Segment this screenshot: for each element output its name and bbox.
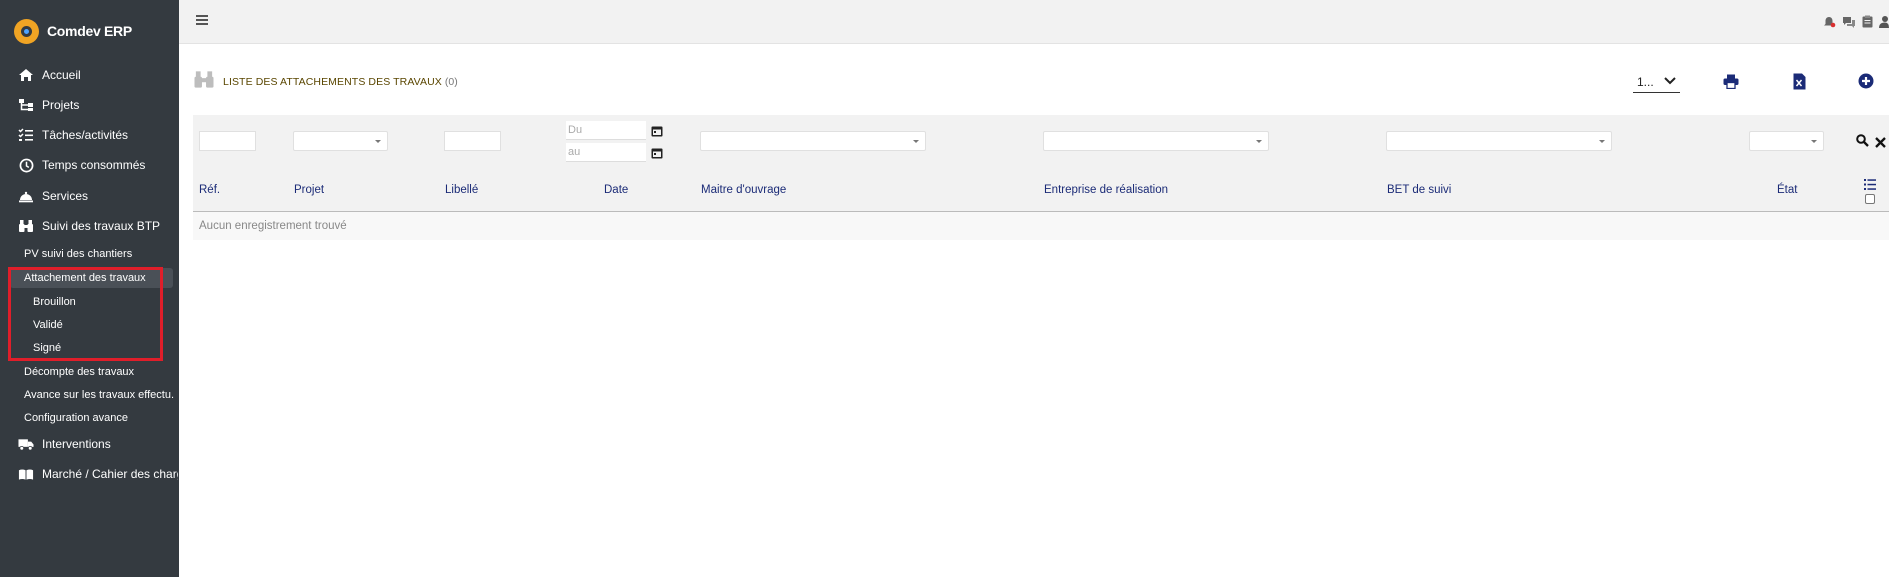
sidebar-subitem-label: Décompte des travaux <box>24 366 135 378</box>
page-title: LISTE DES ATTACHEMENTS DES TRAVAUX <box>223 76 442 88</box>
print-button[interactable] <box>1722 72 1740 90</box>
add-button[interactable] <box>1857 72 1875 90</box>
annotation-highlight-box <box>8 267 163 361</box>
column-header-entreprise[interactable]: Entreprise de réalisation <box>1044 184 1168 196</box>
brand-logo-icon <box>14 18 39 44</box>
sidebar-item-marche[interactable]: Marché / Cahier des charg <box>18 463 178 485</box>
filter-date-from-input[interactable]: Du <box>566 121 646 140</box>
sidebar-subitem-avance-travaux[interactable]: Avance sur les travaux effectu... <box>24 385 174 405</box>
column-header-libelle[interactable]: Libellé <box>445 184 478 196</box>
export-excel-button[interactable] <box>1790 72 1808 90</box>
filter-entreprise-select[interactable] <box>1043 131 1269 151</box>
plus-circle-icon <box>1858 73 1874 89</box>
table-row: Aucun enregistrement trouvé <box>193 212 1889 240</box>
sidebar-item-temps[interactable]: Temps consommés <box>18 154 178 176</box>
notification-bell-icon[interactable] <box>1823 15 1836 33</box>
sidebar-item-label: Services <box>42 189 89 203</box>
user-avatar-icon[interactable] <box>1879 15 1889 33</box>
date-from-placeholder: Du <box>568 124 583 136</box>
column-header-bet[interactable]: BET de suivi <box>1387 184 1451 196</box>
clock-icon <box>18 157 34 173</box>
filter-ref-input[interactable] <box>199 131 256 151</box>
home-icon <box>18 67 34 83</box>
sidebar-item-label: Marché / Cahier des charg <box>42 467 178 481</box>
binoculars-icon <box>18 218 34 234</box>
sidebar-item-services[interactable]: Services <box>18 185 178 207</box>
truck-icon <box>18 436 34 452</box>
sidebar-item-accueil[interactable]: Accueil <box>18 64 178 86</box>
book-icon <box>18 466 34 482</box>
sidebar-item-label: Accueil <box>42 68 81 82</box>
chevron-down-icon <box>1664 75 1676 89</box>
top-icons <box>1823 15 1889 33</box>
printer-icon <box>1723 74 1739 89</box>
sidebar-subitem-label: Avance sur les travaux effectu... <box>24 389 174 401</box>
sidebar-subitem-label: PV suivi des chantiers <box>24 248 133 260</box>
sidebar-item-interventions[interactable]: Interventions <box>18 433 178 455</box>
sidebar-item-label: Tâches/activités <box>42 128 129 142</box>
hamburger-menu-icon[interactable] <box>196 15 208 25</box>
calendar-icon[interactable] <box>651 124 663 137</box>
column-header-etat[interactable]: État <box>1777 184 1797 196</box>
brand[interactable]: Comdev ERP <box>14 18 132 44</box>
top-bar <box>179 0 1889 44</box>
clipboard-icon[interactable] <box>1862 15 1873 33</box>
date-to-placeholder: au <box>568 146 581 158</box>
column-header-date[interactable]: Date <box>604 184 628 196</box>
sidebar-item-projets[interactable]: Projets <box>18 94 178 116</box>
column-header-maitre-ouvrage[interactable]: Maitre d'ouvrage <box>701 184 786 196</box>
sidebar-item-suivi-btp[interactable]: Suivi des travaux BTP <box>18 215 178 237</box>
pagination-select[interactable]: 1... <box>1633 71 1680 93</box>
sitemap-icon <box>18 97 34 113</box>
empty-message: Aucun enregistrement trouvé <box>199 220 347 232</box>
sidebar-subitem-label: Configuration avance <box>24 412 128 424</box>
calendar-icon[interactable] <box>651 146 663 159</box>
filter-bet-select[interactable] <box>1386 131 1612 151</box>
sidebar-subitem-pv-suivi[interactable]: PV suivi des chantiers <box>24 244 174 264</box>
filter-etat-select[interactable] <box>1749 131 1824 151</box>
column-header-ref[interactable]: Réf. <box>199 184 220 196</box>
filter-date-to-input[interactable]: au <box>566 143 646 162</box>
excel-file-icon <box>1793 73 1805 89</box>
column-header-projet[interactable]: Projet <box>294 184 324 196</box>
record-count: (0) <box>444 76 458 88</box>
sidebar-item-label: Temps consommés <box>42 158 146 172</box>
page-header: LISTE DES ATTACHEMENTS DES TRAVAUX (0) <box>193 70 458 94</box>
tasks-icon <box>18 127 34 143</box>
sidebar-item-label: Projets <box>42 98 80 112</box>
search-icon[interactable] <box>1856 134 1869 152</box>
filter-maitre-ouvrage-select[interactable] <box>700 131 926 151</box>
sidebar-item-taches[interactable]: Tâches/activités <box>18 124 178 146</box>
column-list-icon[interactable] <box>1864 177 1876 195</box>
sidebar-subitem-decompte[interactable]: Décompte des travaux <box>24 362 174 382</box>
sidebar-item-label: Suivi des travaux BTP <box>42 219 161 233</box>
binoculars-icon <box>193 70 215 94</box>
chat-icon[interactable] <box>1842 15 1856 33</box>
filter-projet-select[interactable] <box>293 131 388 151</box>
brand-name: Comdev ERP <box>47 23 132 39</box>
sidebar-item-label: Interventions <box>42 437 111 451</box>
filter-libelle-input[interactable] <box>444 131 501 151</box>
pagination-value: 1... <box>1637 74 1654 89</box>
sidebar: Comdev ERP Accueil Projets Tâches/activi… <box>0 0 179 577</box>
filter-area: Du au <box>193 115 1889 213</box>
select-all-checkbox[interactable] <box>1865 194 1875 204</box>
clear-filter-icon[interactable] <box>1875 135 1886 153</box>
bell-service-icon <box>18 188 34 204</box>
sidebar-subitem-config-avance[interactable]: Configuration avance <box>24 408 174 428</box>
